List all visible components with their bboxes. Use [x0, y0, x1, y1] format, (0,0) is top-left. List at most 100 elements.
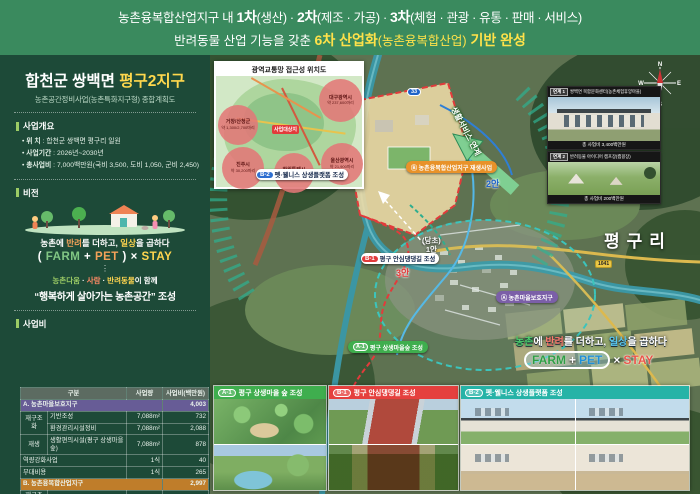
- panel-b2: B-2 펫·웰니스 상생플랫폼 조성: [460, 385, 690, 491]
- city-count: 약 1,300/2,700마리: [221, 126, 254, 130]
- mt-f: 을 곱하다: [627, 337, 667, 348]
- panel-a1-renders: [214, 399, 326, 490]
- title-region: 합천군 쌍백면: [25, 73, 119, 90]
- banner-line1: 농촌융복합산업지구 내 1차(생산) · 2차(제조 · 가공) · 3차(체험…: [0, 7, 700, 27]
- s-f: 이 함께: [135, 276, 158, 285]
- overview-location: 위 치 : 합천군 쌍백면 평구리 일원: [22, 136, 210, 148]
- divider: [14, 112, 196, 113]
- panel-b2-header: B-2 펫·웰니스 상생플랫폼 조성: [461, 386, 689, 399]
- overview-period: 사업기간 : 2026년~2030년: [22, 148, 210, 160]
- table-row: 부대비용 1식 265: [21, 467, 209, 479]
- cell-cost: 878: [163, 435, 209, 455]
- badge-b1-label: 평구 안심댕댕길 조성: [380, 254, 436, 263]
- page-title: 합천군 쌍백면 평구2지구: [0, 69, 210, 91]
- cell-group: 재구조화: [21, 411, 48, 435]
- badge-zone-b: Ⓑ 농촌융복합산업지구 재생사업: [406, 161, 497, 173]
- panel-b2-title: 펫·웰니스 상생플랫폼 조성: [486, 388, 563, 398]
- route-33-shield: 33: [407, 88, 421, 96]
- section-b-row: B. 농촌융복합산업지구 2,997: [21, 478, 209, 490]
- panel-a1: A-1 평구 상생마을 숲 조성: [213, 385, 327, 491]
- mt-b: 에: [533, 337, 545, 348]
- place-name-pyeongguri: 평구리: [604, 227, 672, 252]
- section-a-row: A. 농촌마을보호지구 4,003: [21, 399, 209, 411]
- divider: [14, 179, 196, 180]
- badge-a1: A-1 평구 상생마을숲 조성: [348, 341, 428, 353]
- banner-2cha-desc: (제조 · 가공) ·: [317, 11, 390, 25]
- panel-a1-header: A-1 평구 상생마을 숲 조성: [214, 386, 326, 399]
- panel-a1-title: 평구 상생마을 숲 조성: [239, 388, 303, 398]
- overview-list: 위 치 : 합천군 쌍백면 평구리 일원 사업기간 : 2026년~2030년 …: [22, 136, 210, 172]
- badge-b2: B-2 펫·웰니스 상생플랫폼 조성: [256, 169, 348, 180]
- mt-c: 반려: [545, 337, 563, 348]
- render-platform-building-1: [461, 399, 575, 444]
- col-cost: 사업비(백만원): [163, 388, 209, 400]
- s-b: ·: [80, 276, 87, 285]
- table-row: 재구조화 기반조성 880m² 49: [21, 490, 209, 494]
- overview-cost-label: 총사업비: [26, 162, 51, 169]
- link-1-photo: [548, 97, 660, 141]
- render-pet-interior-2: [576, 445, 690, 490]
- panel-b2-chip: B-2: [465, 389, 483, 397]
- cell-qty: 7,088m²: [127, 423, 163, 435]
- render-village-forest-park: [214, 445, 326, 490]
- section-b-label: B. 농촌융복합산업지구: [21, 478, 163, 490]
- col-qty: 사업량: [127, 388, 163, 400]
- banner-6cha-wrap: 6차 산업화(농촌융복합산업) 기반 완성: [315, 34, 526, 48]
- vision-slogan: 농촌다움 · 사람 · 반려동물이 함께: [0, 275, 210, 286]
- building-facade: [564, 115, 645, 126]
- tree-illustration: [644, 167, 656, 179]
- f-lp: (: [38, 251, 46, 263]
- col-group: 구분: [21, 388, 127, 400]
- city-count: 약 237,600마리: [327, 101, 354, 105]
- city-circle-jinju: 진주시 약 30,200마리: [222, 147, 264, 189]
- tag-a: 농촌에: [40, 238, 66, 248]
- compass-e: E: [677, 81, 681, 87]
- banner-complete: 기반 완성: [467, 32, 526, 48]
- badge-a1-chip: A-1: [353, 343, 368, 351]
- link-1-cost: 총 사업비 3,400백만원: [548, 141, 660, 149]
- cell-name: 기반조성: [48, 411, 127, 423]
- render-platform-building-2: [576, 399, 690, 444]
- mf-stay: STAY: [623, 353, 653, 367]
- banner-1cha-desc: (생산) ·: [257, 11, 297, 25]
- route-label-2an: 2안: [486, 177, 499, 190]
- banner-line2: 반려동물 산업 기능을 갖춘 6차 산업화(농촌융복합산업) 기반 완성: [0, 30, 700, 50]
- cell-qty: 7,088m²: [127, 435, 163, 455]
- tent-illustration: [610, 177, 623, 185]
- banner-l2-prefix: 반려동물 산업 기능을 갖춘: [174, 34, 314, 48]
- section-vision-header: 비전: [16, 187, 210, 199]
- cell-group: 재구조화: [21, 490, 48, 494]
- f-pet: PET: [95, 251, 119, 263]
- render-pet-interior-1: [461, 445, 575, 490]
- plan-poster: 농촌융복합산업지구 내 1차(생산) · 2차(제조 · 가공) · 3차(체험…: [0, 0, 700, 494]
- f-plus: +: [80, 251, 95, 263]
- link-card-1: 연계 1 쌍백면 복합문화센터(농촌체험휴양마을) 총 사업비 3,400백만원: [547, 86, 661, 150]
- link-2-label: 반려동물 아이디어 캠프장(캠핑장): [570, 154, 631, 160]
- inset-site-chip: 사업대상지: [272, 125, 299, 134]
- overview-location-label: 위 치: [26, 138, 40, 145]
- panel-b1-renders: [329, 399, 458, 490]
- illustration-ground: [25, 225, 185, 235]
- link-2-photo: [548, 162, 660, 195]
- mt-d: 를 더하고,: [564, 337, 609, 348]
- cell-group: 재생: [21, 435, 48, 455]
- tag-b: 반려: [66, 238, 82, 248]
- section-overview-header: 사업개요: [16, 120, 210, 132]
- panel-a1-chip: A-1: [218, 389, 236, 397]
- cell-name: 생활편의시설(평구 상생마을숲): [48, 435, 127, 455]
- road-1041-chip: 1041: [595, 260, 612, 268]
- budget-table: 구분 사업량 사업비(백만원) A. 농촌마을보호지구 4,003 재구조화 기…: [20, 387, 209, 494]
- s-c: 사람: [87, 276, 101, 285]
- inset-map-title: 광역교통망 접근성 위치도: [216, 63, 362, 76]
- city-circle-daegu: 대구광역시 약 237,600마리: [319, 79, 362, 122]
- table-row: 재구조화 기반조성 7,088m² 732: [21, 411, 209, 423]
- vertical-dots: ⋮: [0, 265, 210, 273]
- s-a: 농촌다움: [52, 276, 80, 285]
- banner-1cha: 1차: [237, 9, 257, 25]
- vision-illustration: [19, 203, 191, 235]
- s-e: 반려동물: [107, 276, 135, 285]
- map-formula: FARM+PET × STAY: [524, 351, 653, 369]
- cell-name: 환경관리시설정비: [48, 423, 127, 435]
- link-card-1-header: 연계 1 쌍백면 복합문화센터(농촌체험휴양마을): [548, 87, 660, 97]
- section-a-total: 4,003: [163, 399, 209, 411]
